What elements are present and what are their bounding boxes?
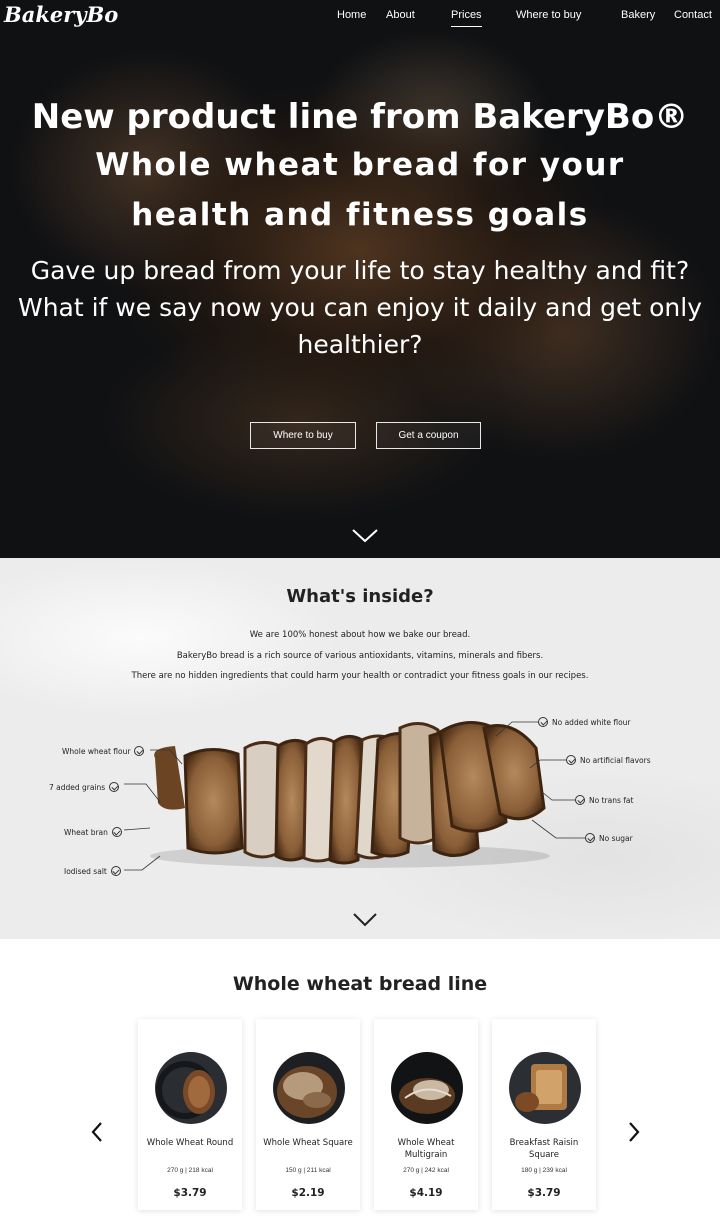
hero-title: New product line from BakeryBo®	[31, 97, 689, 137]
nav-home[interactable]: Home	[337, 9, 366, 21]
chevron-down-icon[interactable]	[351, 528, 379, 544]
chevron-right-icon[interactable]	[626, 1121, 642, 1143]
get-coupon-button[interactable]: Get a coupon	[376, 422, 481, 449]
products-title: Whole wheat bread line	[232, 973, 488, 995]
nav-bakery[interactable]: Bakery	[621, 9, 655, 21]
hero-subtitle: Whole wheat bread for your health and fi…	[95, 147, 625, 233]
product-price: $4.19	[409, 1187, 443, 1199]
ingredient-no-trans-fat: No trans fat	[571, 795, 633, 805]
ingredient-no-artificial-flavors: No artificial flavors	[562, 755, 651, 765]
ingredient-no-white-flour: No added white flour	[534, 717, 631, 727]
product-name: Breakfast Raisin Square	[509, 1138, 579, 1160]
ingredient-label: 7 added grains	[49, 782, 106, 792]
nav-where-to-buy[interactable]: Where to buy	[516, 9, 581, 21]
chevron-left-icon[interactable]	[89, 1121, 105, 1143]
ingredient-wheat-bran: Wheat bran	[64, 827, 126, 837]
bread-line-section: Whole wheat bread line Whole Wheat Round…	[0, 939, 720, 1228]
check-circle-icon	[538, 717, 548, 727]
product-name: Whole Wheat Multigrain	[397, 1138, 455, 1160]
product-image	[273, 1052, 345, 1124]
product-card[interactable]: Breakfast Raisin Square 180 g | 239 kcal…	[492, 1019, 596, 1210]
nav-about[interactable]: About	[386, 9, 415, 21]
ingredient-whole-wheat-flour: Whole wheat flour	[62, 746, 148, 756]
whats-inside-section: What's inside? We are 100% honest about …	[0, 558, 720, 939]
nav-contact[interactable]: Contact	[674, 9, 712, 21]
product-price: $2.19	[291, 1187, 325, 1199]
nav-prices[interactable]: Prices	[451, 9, 482, 27]
product-price: $3.79	[173, 1187, 207, 1199]
check-circle-icon	[134, 746, 145, 756]
ingredient-iodised-salt: Iodised salt	[64, 866, 125, 876]
top-nav: BakeryBo Home About Prices Where to buy …	[0, 0, 720, 32]
ingredient-label: No sugar	[599, 833, 633, 843]
check-circle-icon	[575, 795, 585, 805]
product-card[interactable]: Whole Wheat Round 270 g | 218 kcal $3.79	[138, 1019, 242, 1210]
check-circle-icon	[566, 755, 576, 765]
product-image	[509, 1052, 581, 1124]
product-meta: 150 g | 211 kcal	[285, 1167, 331, 1174]
product-meta: 270 g | 242 kcal	[403, 1167, 449, 1174]
ingredient-label: Wheat bran	[64, 827, 108, 837]
product-price: $3.79	[527, 1187, 561, 1199]
product-image	[391, 1052, 463, 1124]
hero-copy: Gave up bread from your life to stay hea…	[0, 252, 720, 363]
product-image	[155, 1052, 227, 1124]
check-circle-icon	[111, 827, 122, 837]
ingredient-label: No trans fat	[589, 795, 634, 805]
ingredient-label: No artificial flavors	[580, 755, 651, 765]
check-circle-icon	[109, 782, 120, 792]
check-circle-icon	[110, 866, 121, 876]
ingredient-added-grains: 7 added grains	[49, 782, 123, 792]
where-to-buy-button[interactable]: Where to buy	[250, 422, 356, 449]
logo[interactable]: BakeryBo	[4, 2, 118, 27]
product-card[interactable]: Whole Wheat Multigrain 270 g | 242 kcal …	[374, 1019, 478, 1210]
product-meta: 270 g | 218 kcal	[167, 1167, 213, 1174]
hero-question-1: Gave up bread from your life to stay hea…	[30, 256, 690, 285]
product-meta: 180 g | 239 kcal	[521, 1167, 567, 1174]
product-name: Whole Wheat Square	[263, 1138, 353, 1148]
hero-question-2: What if we say now you can enjoy it dail…	[17, 293, 703, 359]
product-name: Whole Wheat Round	[146, 1138, 234, 1148]
chevron-down-icon[interactable]	[351, 912, 379, 928]
ingredient-label: No added white flour	[552, 717, 631, 727]
hero-section: BakeryBo Home About Prices Where to buy …	[0, 0, 720, 558]
check-circle-icon	[585, 833, 595, 843]
ingredient-no-sugar: No sugar	[581, 833, 633, 843]
ingredient-label: Iodised salt	[64, 866, 107, 876]
product-card[interactable]: Whole Wheat Square 150 g | 211 kcal $2.1…	[256, 1019, 360, 1210]
ingredient-label: Whole wheat flour	[62, 746, 131, 756]
